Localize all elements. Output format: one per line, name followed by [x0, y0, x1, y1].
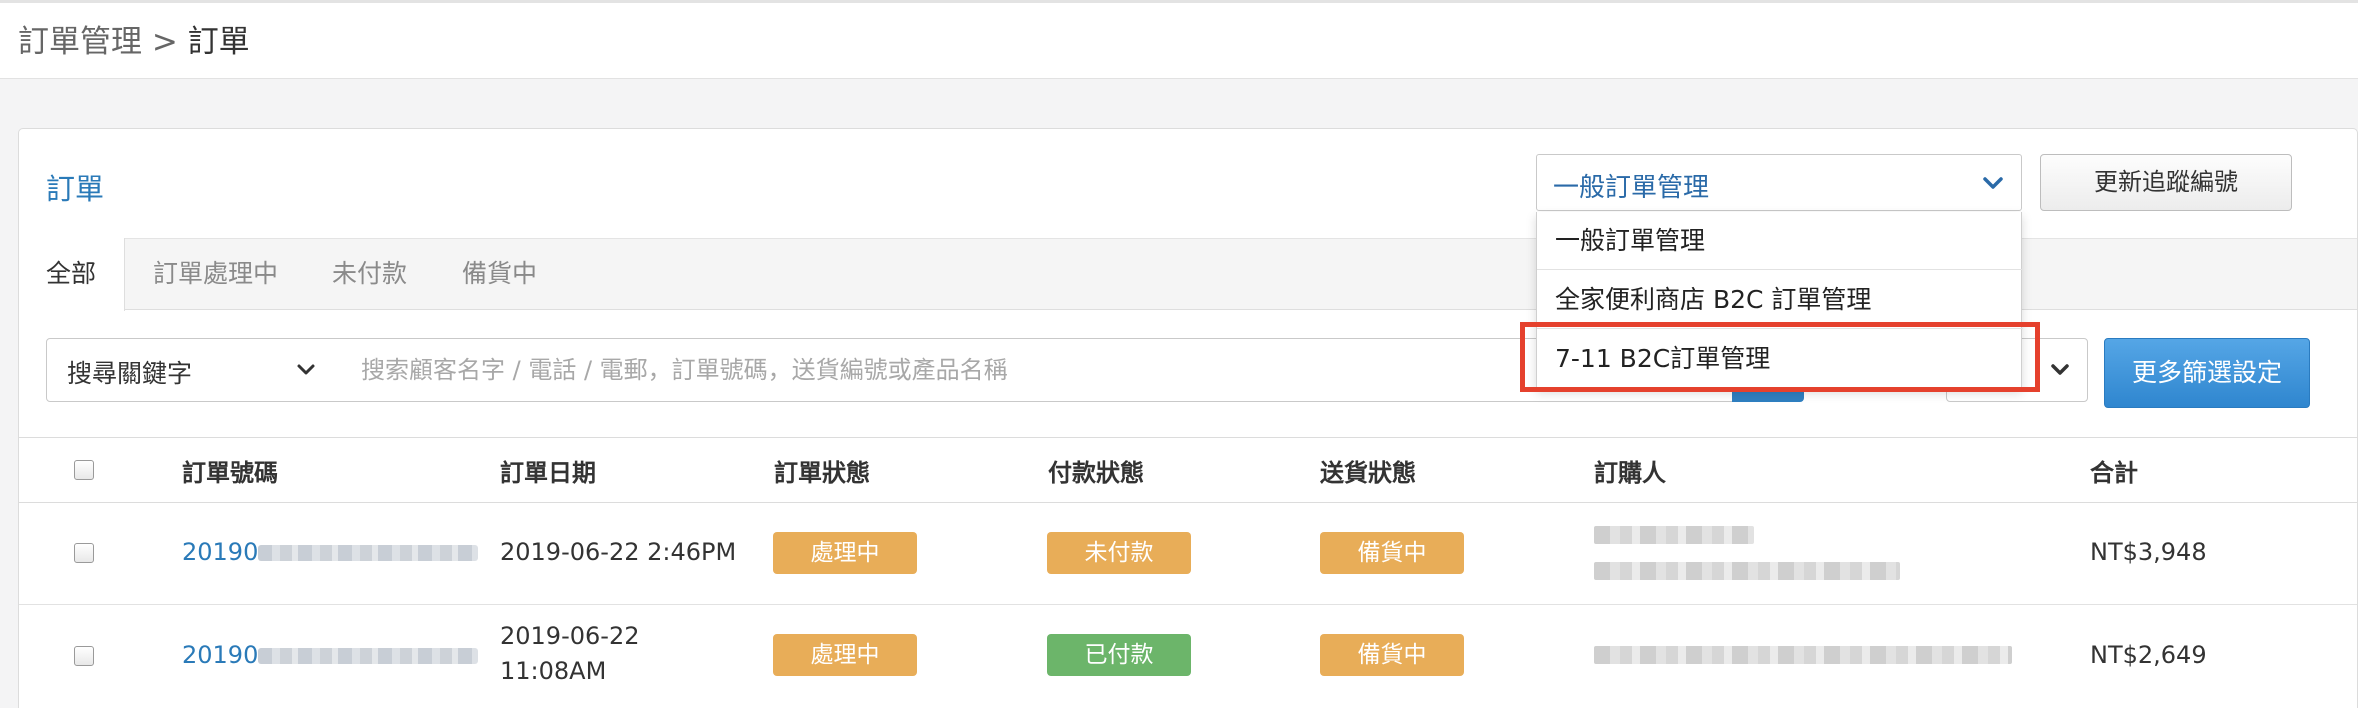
select-all-checkbox[interactable]: [74, 460, 94, 480]
order-number-prefix: 20190: [182, 641, 259, 669]
search-type-value: 搜尋關鍵字: [67, 359, 193, 388]
redacted-order-number: [258, 545, 479, 561]
order-total: NT$3,948: [2090, 538, 2207, 566]
order-time: 11:08AM: [500, 657, 607, 685]
breadcrumb-parent[interactable]: 訂單管理: [18, 24, 142, 60]
delivery-status-badge: 備貨中: [1320, 532, 1464, 574]
payment-status-badge: 未付款: [1047, 532, 1191, 574]
order-number-prefix: 20190: [182, 538, 259, 566]
table-header: [19, 437, 2357, 503]
order-status-badge: 處理中: [773, 532, 917, 574]
row-checkbox[interactable]: [74, 543, 94, 563]
column-header-order-status[interactable]: 訂單狀態: [774, 453, 870, 488]
redacted-customer-info: [1594, 646, 2012, 664]
top-bar: [0, 0, 2358, 79]
row-checkbox[interactable]: [74, 646, 94, 666]
breadcrumb: 訂單管理 > 訂單: [18, 16, 250, 61]
highlight-box: [1520, 322, 2040, 392]
column-header-customer[interactable]: 訂購人: [1594, 453, 1666, 488]
order-date: 2019-06-22: [500, 622, 640, 650]
redacted-order-number: [258, 648, 479, 664]
column-header-order-date[interactable]: 訂單日期: [500, 453, 596, 488]
tab-processing[interactable]: 訂單處理中: [153, 238, 278, 310]
redacted-customer-name: [1594, 526, 1754, 544]
redacted-customer-contact: [1594, 562, 1900, 580]
chevron-down-icon: [297, 364, 315, 375]
column-header-payment-status[interactable]: 付款狀態: [1048, 453, 1144, 488]
tab-unpaid[interactable]: 未付款: [332, 238, 407, 310]
breadcrumb-current: 訂單: [187, 24, 250, 60]
tab-all[interactable]: 全部: [19, 238, 125, 311]
order-number-link[interactable]: 20190: [182, 641, 479, 669]
order-number-link[interactable]: 20190: [182, 538, 479, 566]
order-date: 2019-06-22 2:46PM: [500, 538, 737, 566]
more-filters-button[interactable]: 更多篩選設定: [2104, 338, 2310, 408]
breadcrumb-separator: >: [142, 24, 188, 60]
search-type-select[interactable]: 搜尋關鍵字: [46, 338, 334, 402]
order-management-select[interactable]: 一般訂單管理: [1536, 154, 2022, 211]
column-header-delivery-status[interactable]: 送貨狀態: [1320, 453, 1416, 488]
chevron-down-icon: [2051, 364, 2069, 375]
order-total: NT$2,649: [2090, 641, 2207, 669]
menu-item-familymart-b2c[interactable]: 全家便利商店 B2C 訂單管理: [1537, 271, 2023, 329]
column-header-total[interactable]: 合計: [2090, 453, 2138, 488]
order-management-select-value: 一般訂單管理: [1553, 173, 1710, 203]
tab-preparing[interactable]: 備貨中: [462, 238, 537, 310]
row-divider: [19, 604, 2357, 605]
column-header-order-no[interactable]: 訂單號碼: [182, 453, 278, 488]
card-title: 訂單: [46, 172, 105, 206]
payment-status-badge: 已付款: [1047, 634, 1191, 676]
menu-item-general-orders[interactable]: 一般訂單管理: [1537, 212, 2023, 270]
chevron-down-icon: [1983, 177, 2003, 189]
update-tracking-button[interactable]: 更新追蹤編號: [2040, 154, 2292, 211]
order-status-badge: 處理中: [773, 634, 917, 676]
delivery-status-badge: 備貨中: [1320, 634, 1464, 676]
